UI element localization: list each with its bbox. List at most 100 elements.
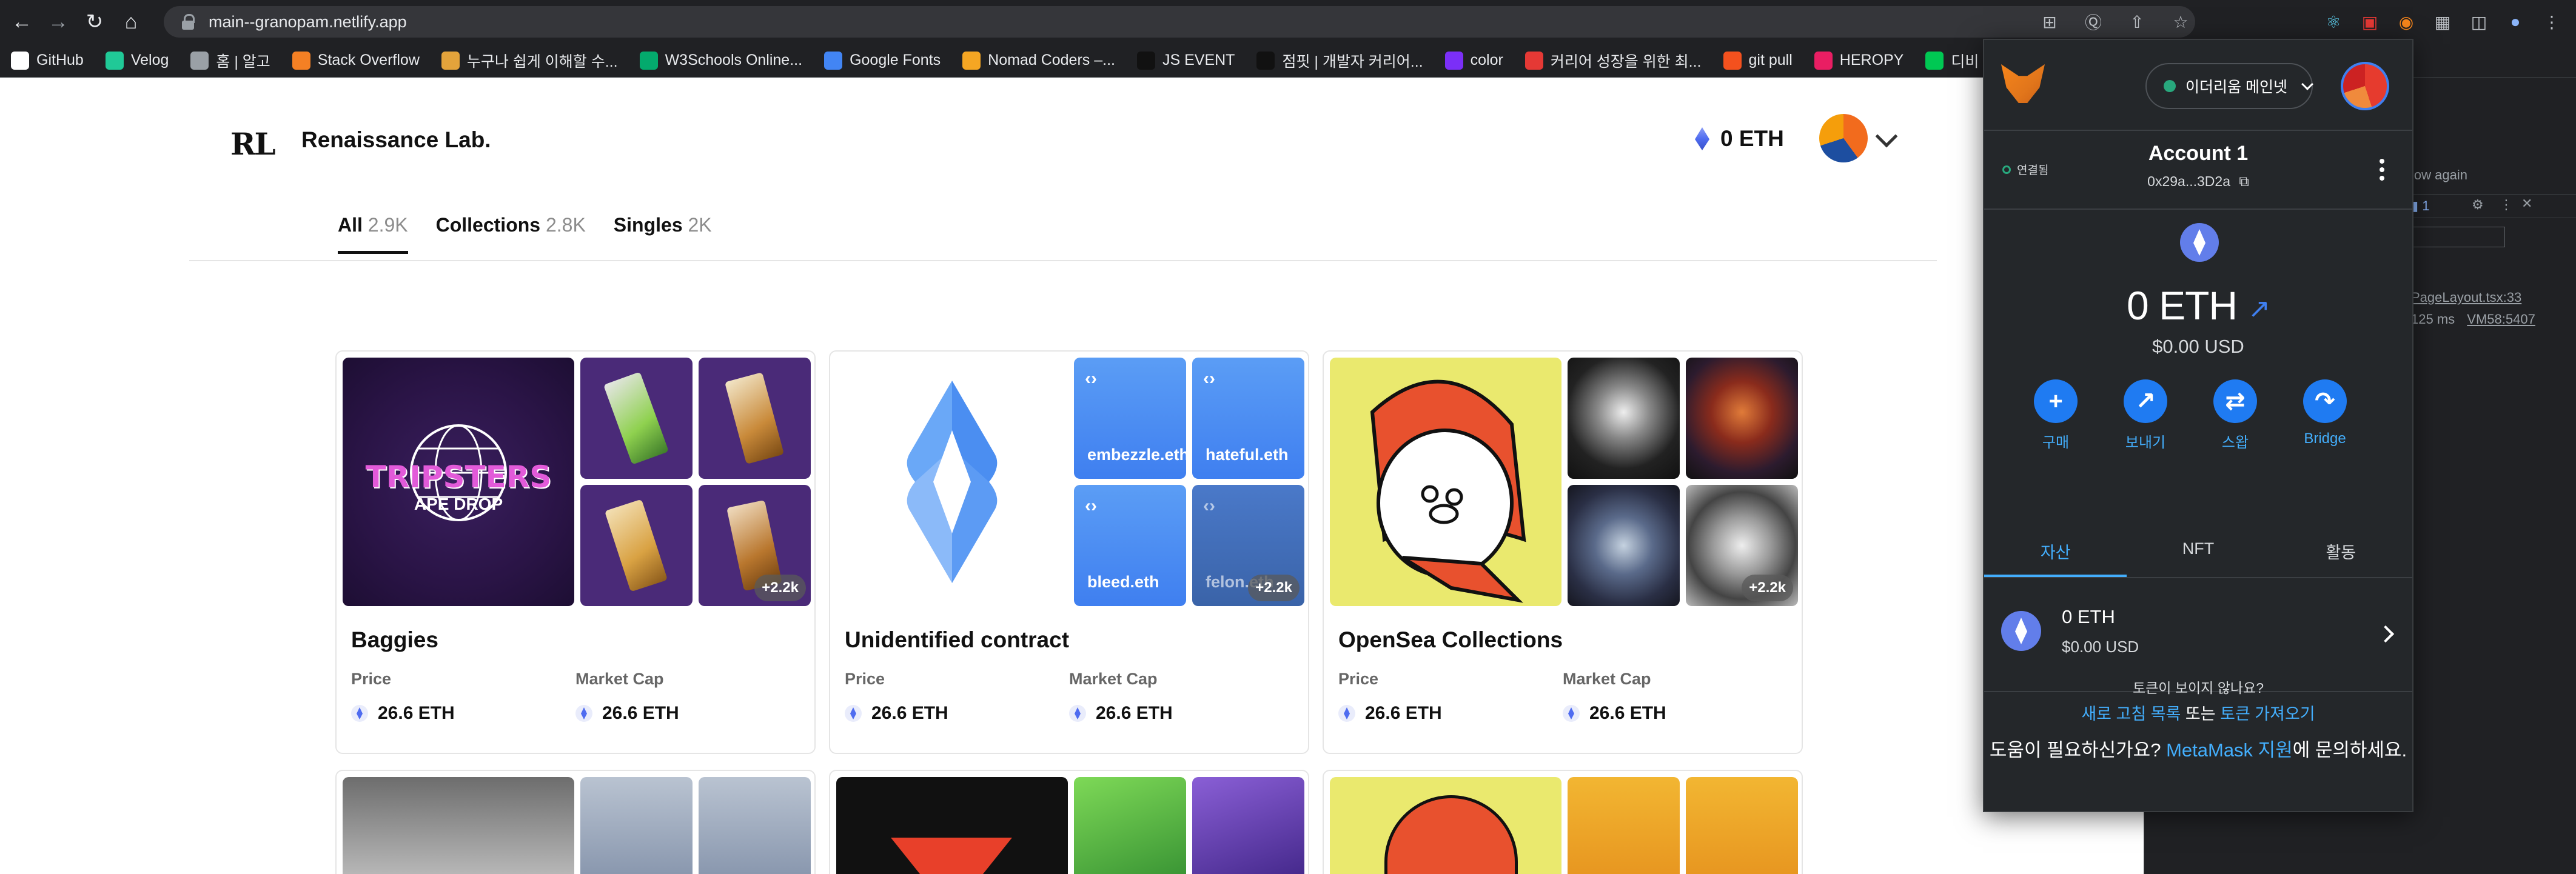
send-button[interactable]: ↗ 보내기 <box>2124 379 2167 452</box>
issues-badge[interactable]: ▮ 1 <box>2411 198 2429 214</box>
account-address[interactable]: 0x29a...3D2a ⧉ <box>1984 173 2412 190</box>
bookmark-label: 커리어 성장을 위한 최... <box>1550 53 1702 70</box>
more-count-badge: +2.2k <box>1742 575 1793 601</box>
more-menu-icon[interactable]: ⋮ <box>2538 8 2565 35</box>
bookmark-item[interactable]: JS EVENT <box>1136 51 1235 70</box>
collection-card-baggies[interactable]: TRIPSTERS APE DROP +2.2k Baggies Price M… <box>335 350 816 754</box>
tab-assets[interactable]: 자산 <box>1984 530 2127 577</box>
bookmark-label: W3Schools Online... <box>665 52 803 68</box>
bookmark-label: HEROPY <box>1839 52 1904 68</box>
refresh-list-link[interactable]: 새로 고침 목록 <box>2081 705 2181 723</box>
bookmark-favicon-icon <box>1723 51 1742 70</box>
react-devtools-icon[interactable]: ⚛ <box>2320 8 2347 35</box>
back-icon[interactable]: ← <box>4 4 40 40</box>
devtools-close-icon[interactable]: ✕ <box>2521 196 2532 212</box>
extension-icon[interactable]: ▣ <box>2356 8 2383 35</box>
nft-thumbnail <box>1686 358 1798 479</box>
nft-thumbnail: +2.2k <box>699 485 811 606</box>
home-icon[interactable]: ⌂ <box>113 4 149 40</box>
account-avatar[interactable] <box>2341 62 2389 110</box>
bookmark-star-icon[interactable]: ☆ <box>2167 8 2194 35</box>
collection-card-opensea[interactable]: +2.2k OpenSea Collections Price Market C… <box>1323 350 1803 754</box>
nft-thumbnail <box>580 358 693 479</box>
collection-card[interactable] <box>829 770 1309 874</box>
portfolio-chart-icon[interactable]: ↗ <box>2248 293 2270 324</box>
user-avatar[interactable] <box>1819 114 1868 162</box>
bookmark-item[interactable]: W3Schools Online... <box>639 51 803 70</box>
wallet-balance[interactable]: 0 ETH <box>1695 126 1784 152</box>
send-arrow-icon: ↗ <box>2124 379 2167 423</box>
ens-name-tile: ‹› embezzle.eth <box>1074 358 1186 479</box>
source-file-link[interactable]: PageLayout.tsx:33 <box>2411 290 2521 305</box>
bookmark-label: 점핏 | 개발자 커리어... <box>1282 53 1423 70</box>
bookmark-item[interactable]: 점핏 | 개발자 커리어... <box>1256 50 1423 72</box>
bookmark-favicon-icon <box>962 51 981 70</box>
account-menu-icon[interactable] <box>2380 159 2384 181</box>
metamask-extension-icon[interactable]: ◉ <box>2393 8 2420 35</box>
collection-cover-image: TRIPSTERS APE DROP <box>343 358 574 606</box>
tab-nft[interactable]: NFT <box>2127 530 2269 577</box>
copy-icon[interactable]: ⧉ <box>2239 173 2249 189</box>
metamask-fox-icon <box>2001 64 2045 103</box>
bookmark-item[interactable]: HEROPY <box>1814 51 1904 70</box>
install-app-icon[interactable]: ⊞ <box>2036 8 2063 35</box>
help-text: 도움이 필요하신가요? MetaMask 지원에 문의하세요. <box>1989 739 2407 761</box>
network-status-dot <box>2164 80 2176 92</box>
bookmark-item[interactable]: color <box>1444 51 1503 70</box>
tab-collections[interactable]: Collections 2.8K <box>436 214 586 254</box>
bookmark-item[interactable]: 홈 | 알고 <box>190 50 270 72</box>
site-brand-name[interactable]: Renaissance Lab. <box>301 127 491 153</box>
translate-icon[interactable]: Ⓠ <box>2080 8 2107 35</box>
account-name[interactable]: Account 1 <box>1984 142 2412 165</box>
chevron-down-icon[interactable] <box>1875 125 1898 148</box>
network-selector[interactable]: 이더리움 메인넷 <box>2145 63 2313 109</box>
import-tokens-link[interactable]: 토큰 가져오기 <box>2220 705 2315 723</box>
bookmark-item[interactable]: git pull <box>1723 51 1793 70</box>
devtools-filter-input[interactable] <box>2411 227 2505 247</box>
bookmark-favicon-icon <box>11 51 29 70</box>
bookmark-item[interactable]: Stack Overflow <box>292 51 420 70</box>
bridge-button[interactable]: ↷ Bridge <box>2303 379 2347 452</box>
bookmark-item[interactable]: Google Fonts <box>824 51 941 70</box>
tab-singles[interactable]: Singles 2K <box>614 214 712 254</box>
bookmark-item[interactable]: Nomad Coders –... <box>962 51 1115 70</box>
bookmark-item[interactable]: GitHub <box>11 51 84 70</box>
profile-icon[interactable]: ● <box>2502 8 2529 35</box>
collection-card[interactable] <box>335 770 816 874</box>
bookmark-item[interactable]: 디비 <box>1925 50 1979 72</box>
site-logo[interactable]: RL <box>230 126 276 162</box>
metamask-support-link[interactable]: MetaMask 지원 <box>2166 739 2293 761</box>
tabs-divider <box>189 260 1937 261</box>
collection-name: Unidentified contract <box>845 627 1070 652</box>
devtools-settings-icon[interactable]: ⚙ <box>2472 197 2484 213</box>
market-cap-value: 26.6 ETH <box>1069 703 1173 724</box>
vm-link[interactable]: VM58:5407 <box>2467 312 2535 327</box>
price-value: 26.6 ETH <box>351 703 455 724</box>
web-page: RL Renaissance Lab. 0 ETH All 2.9K Colle… <box>0 78 2132 874</box>
bookmark-favicon-icon <box>190 51 209 70</box>
reload-icon[interactable]: ↻ <box>76 4 113 40</box>
bookmark-item[interactable]: 누구나 쉽게 이해할 수... <box>441 50 618 72</box>
share-icon[interactable]: ⇧ <box>2124 8 2150 35</box>
tab-activity[interactable]: 활동 <box>2270 530 2412 577</box>
tab-all[interactable]: All 2.9K <box>338 214 408 254</box>
puzzle-extensions-icon[interactable]: ▦ <box>2429 8 2456 35</box>
bookmark-favicon-icon <box>1524 51 1543 70</box>
side-panel-icon[interactable]: ◫ <box>2466 8 2492 35</box>
bookmark-item[interactable]: Velog <box>105 51 169 70</box>
asset-row-eth[interactable]: 0 ETH $0.00 USD <box>1984 579 2412 692</box>
devtools-toolbar: ▮ 1 ⚙ ⋮ ✕ <box>2411 194 2576 218</box>
buy-button[interactable]: + 구매 <box>2034 379 2078 452</box>
devtools-more-icon[interactable]: ⋮ <box>2500 197 2513 213</box>
bookmark-item[interactable]: 커리어 성장을 위한 최... <box>1524 50 1702 72</box>
forward-icon[interactable]: → <box>40 4 76 40</box>
collection-card[interactable] <box>1323 770 1803 874</box>
swap-button[interactable]: ⇄ 스왑 <box>2213 379 2257 452</box>
eth-logo-icon <box>2180 223 2219 262</box>
ens-icon: ‹› <box>1085 496 1097 516</box>
nft-thumbnail <box>699 777 811 874</box>
bookmark-label: Velog <box>130 52 169 68</box>
address-bar[interactable]: main--granopam.netlify.app <box>164 6 2195 38</box>
collection-card-unidentified[interactable]: ‹› embezzle.eth ‹› hateful.eth ‹› bleed.… <box>829 350 1309 754</box>
filter-tabs: All 2.9K Collections 2.8K Singles 2K <box>338 214 712 254</box>
